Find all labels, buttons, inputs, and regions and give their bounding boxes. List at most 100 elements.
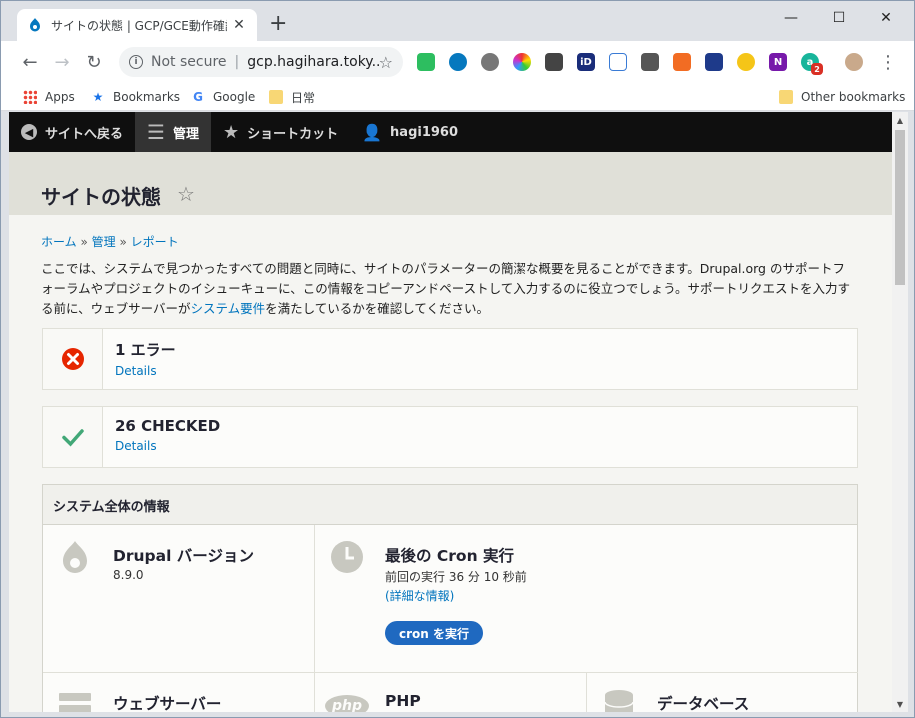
system-info-heading: システム全体の情報 bbox=[43, 485, 857, 525]
id-extension-icon[interactable]: iD bbox=[577, 53, 595, 71]
hamburger-icon: ☰ bbox=[147, 120, 165, 144]
bookmark-bookmarks[interactable]: ★ Bookmarks bbox=[91, 88, 180, 106]
color-picker-extension-icon[interactable] bbox=[513, 53, 531, 71]
drupal-version-title: Drupal バージョン bbox=[113, 547, 254, 565]
lighthouse-extension-icon[interactable] bbox=[673, 53, 691, 71]
close-window-button[interactable]: ✕ bbox=[863, 5, 909, 31]
forward-arrow-icon[interactable]: → bbox=[47, 47, 77, 77]
scroll-thumb[interactable] bbox=[895, 130, 905, 285]
folder-icon bbox=[779, 90, 793, 104]
shortcuts-label: ショートカット bbox=[247, 126, 339, 142]
tab-close-icon[interactable]: ✕ bbox=[231, 17, 247, 33]
url-text[interactable]: gcp.hagihara.toky... bbox=[247, 54, 378, 70]
info-icon[interactable]: i bbox=[129, 55, 143, 69]
user-icon: 👤 bbox=[362, 122, 383, 142]
drupal-admin-toolbar: ◀ サイトへ戻る ☰ 管理 ★ ショートカット 👤 hagi1960 bbox=[9, 112, 892, 152]
tab-title: サイトの状態 | GCP/GCE動作確認用 bbox=[51, 18, 227, 33]
checked-status-card: 26 CHECKED Details bbox=[42, 406, 858, 468]
cron-last-run: 前回の実行 36 分 10 秒前 bbox=[385, 570, 527, 584]
php-title: PHP bbox=[385, 692, 421, 710]
page-viewport: ◀ サイトへ戻る ☰ 管理 ★ ショートカット 👤 hagi1960 サイトの状… bbox=[9, 112, 892, 712]
star-icon: ★ bbox=[92, 90, 104, 104]
bookmark-apps[interactable]: Apps bbox=[23, 88, 75, 106]
address-bar[interactable]: i Not secure | gcp.hagihara.toky... ☆ bbox=[119, 47, 403, 77]
webserver-cell: ウェブサーバー bbox=[43, 673, 315, 712]
menu-kebab-icon[interactable]: ⋮ bbox=[873, 47, 903, 77]
server-icon bbox=[59, 693, 91, 712]
scroll-down-arrow-icon[interactable]: ▼ bbox=[892, 696, 908, 712]
evernote-extension-icon[interactable] bbox=[417, 53, 435, 71]
drupal-favicon-icon bbox=[30, 18, 40, 32]
scroll-up-arrow-icon[interactable]: ▲ bbox=[892, 112, 908, 128]
profile-avatar[interactable] bbox=[845, 53, 863, 71]
hand-extension-icon[interactable] bbox=[737, 53, 755, 71]
maximize-button[interactable]: ☐ bbox=[816, 5, 862, 31]
manage-tab[interactable]: ☰ 管理 bbox=[135, 112, 211, 152]
database-cell: データベース bbox=[587, 673, 858, 712]
browser-toolbar: ← → ↻ i Not secure | gcp.hagihara.toky..… bbox=[1, 41, 914, 83]
reload-icon[interactable]: ↻ bbox=[79, 47, 109, 77]
shortcut-star-icon[interactable]: ☆ bbox=[177, 182, 195, 206]
cron-details-link[interactable]: (詳細な情報) bbox=[385, 587, 454, 604]
system-info-panel: システム全体の情報 Drupal バージョン 8.9.0 最後の Cron 実行… bbox=[42, 484, 858, 712]
folder-icon bbox=[269, 90, 283, 104]
google-icon: G bbox=[193, 90, 203, 104]
minimize-button[interactable]: — bbox=[768, 5, 814, 31]
browser-window: サイトの状態 | GCP/GCE動作確認用 ✕ + — ☐ ✕ ← → ↻ i … bbox=[0, 0, 915, 718]
back-label: サイトへ戻る bbox=[45, 126, 124, 142]
breadcrumb-sep: » bbox=[80, 235, 88, 249]
php-cell: php PHP bbox=[315, 673, 587, 712]
star-icon: ★ bbox=[222, 121, 240, 143]
page-scrollbar[interactable]: ▲ ▼ bbox=[892, 112, 908, 712]
drupal-version-cell: Drupal バージョン 8.9.0 bbox=[43, 525, 315, 673]
triangle-extension-icon[interactable] bbox=[609, 53, 627, 71]
page-header: サイトの状態 ☆ bbox=[9, 152, 892, 215]
drupal-drop-icon bbox=[63, 541, 87, 573]
back-to-site-link[interactable]: ◀ サイトへ戻る bbox=[9, 112, 135, 152]
onenote-extension-icon[interactable]: N bbox=[769, 53, 787, 71]
cron-cell: 最後の Cron 実行 前回の実行 36 分 10 秒前 (詳細な情報) cro… bbox=[315, 525, 858, 673]
database-title: データベース bbox=[657, 695, 750, 712]
calendar-extension-icon[interactable] bbox=[705, 53, 723, 71]
bookmark-label: Apps bbox=[45, 90, 75, 104]
error-status-card: 1 エラー Details bbox=[42, 328, 858, 390]
breadcrumb-admin[interactable]: 管理 bbox=[92, 235, 116, 249]
user-tab[interactable]: 👤 hagi1960 bbox=[350, 112, 470, 152]
apps-grid-icon bbox=[23, 90, 37, 104]
error-icon bbox=[61, 348, 84, 370]
system-requirements-link[interactable]: システム要件 bbox=[191, 301, 266, 316]
mail-extension-icon[interactable] bbox=[545, 53, 563, 71]
description-text-end: を満たしているかを確認してください。 bbox=[265, 301, 490, 316]
shortcuts-tab[interactable]: ★ ショートカット bbox=[211, 112, 350, 152]
checkmark-icon bbox=[61, 429, 84, 447]
bookmark-label: 日常 bbox=[291, 90, 316, 105]
breadcrumb-sep: » bbox=[119, 235, 127, 249]
page-title: サイトの状態 bbox=[41, 185, 161, 209]
bookmark-other[interactable]: Other bookmarks bbox=[779, 88, 905, 106]
webserver-title: ウェブサーバー bbox=[113, 695, 222, 712]
circle-extension-icon[interactable] bbox=[481, 53, 499, 71]
back-arrow-icon[interactable]: ← bbox=[15, 47, 45, 77]
extension-badge: 2 bbox=[811, 63, 823, 75]
manage-label: 管理 bbox=[172, 126, 199, 142]
bookmark-star-icon[interactable]: ☆ bbox=[379, 53, 393, 72]
error-details-link[interactable]: Details bbox=[115, 364, 176, 378]
bookmarks-bar: Apps ★ Bookmarks G Google 日常 Other bookm… bbox=[1, 83, 914, 111]
user-label: hagi1960 bbox=[390, 124, 459, 140]
shield-extension-icon[interactable] bbox=[641, 53, 659, 71]
bookmark-daily[interactable]: 日常 bbox=[269, 88, 315, 106]
security-label: Not secure bbox=[151, 54, 227, 70]
checked-details-link[interactable]: Details bbox=[115, 439, 220, 453]
checked-count: 26 CHECKED bbox=[115, 417, 221, 435]
breadcrumb-reports[interactable]: レポート bbox=[131, 235, 179, 249]
omnibox-divider: | bbox=[234, 54, 240, 70]
bookmark-google[interactable]: G Google bbox=[191, 88, 255, 106]
drupal-extension-icon[interactable] bbox=[449, 53, 467, 71]
browser-tab[interactable]: サイトの状態 | GCP/GCE動作確認用 ✕ bbox=[17, 9, 257, 41]
breadcrumb-home[interactable]: ホーム bbox=[41, 235, 77, 249]
run-cron-button[interactable]: cron を実行 bbox=[385, 621, 483, 645]
new-tab-button[interactable]: + bbox=[269, 13, 287, 35]
error-text-cell: 1 エラー Details bbox=[103, 329, 188, 389]
error-icon-cell bbox=[43, 329, 103, 389]
database-icon bbox=[604, 690, 634, 712]
